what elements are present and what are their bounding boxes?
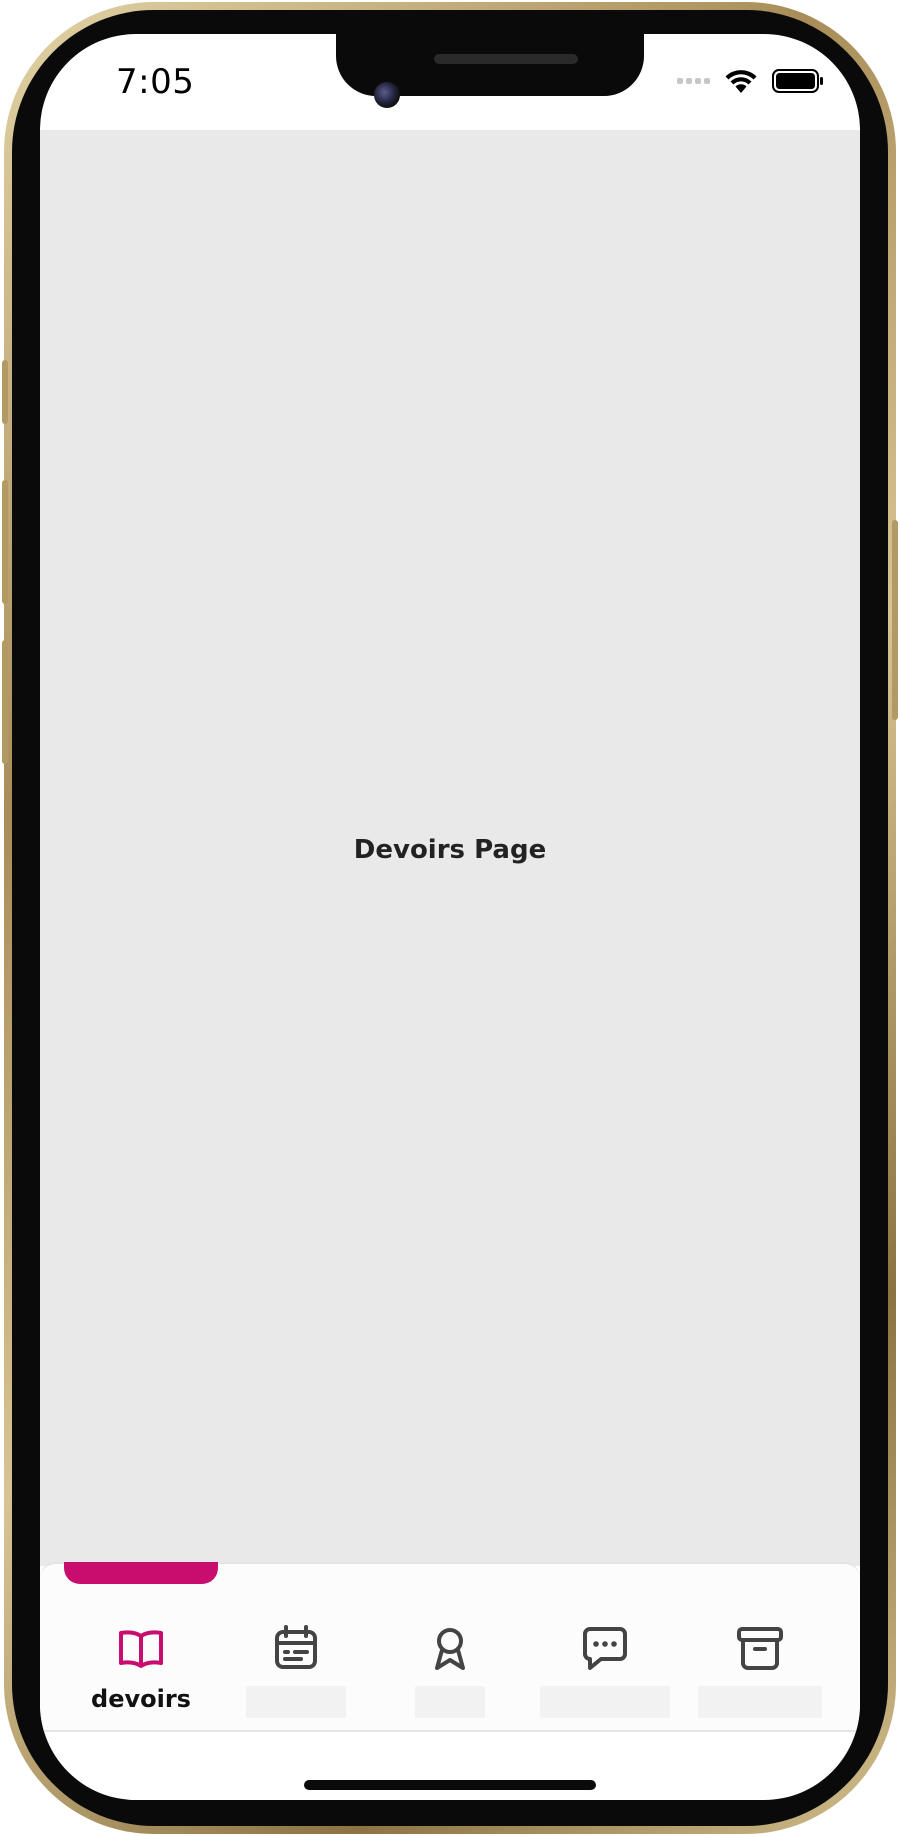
home-indicator[interactable] [304, 1780, 596, 1790]
tab-achievements[interactable] [368, 1564, 532, 1730]
status-time: 7:05 [116, 62, 195, 102]
page-title: Devoirs Page [353, 835, 547, 865]
archive-box-icon [737, 1627, 783, 1670]
calendar-icon [275, 1625, 317, 1669]
status-icons [677, 68, 824, 94]
front-camera [374, 82, 400, 108]
speaker [434, 54, 578, 64]
tab-devoirs-label: devoirs [91, 1685, 191, 1713]
battery-icon [772, 69, 823, 93]
tab-calendar[interactable] [214, 1564, 378, 1730]
main-content: Devoirs Page [40, 130, 860, 1566]
bottom-tab-bar: devoirs [40, 1562, 860, 1732]
award-ribbon-icon [435, 1628, 465, 1670]
phone-screen: 7:05 Devoirs Page devoirs [40, 34, 860, 1800]
wifi-icon [725, 70, 757, 93]
tab-archive-label-placeholder [698, 1686, 822, 1718]
side-button-volume-up [2, 480, 8, 604]
tab-devoirs[interactable]: devoirs [59, 1564, 223, 1730]
side-button-volume-down [2, 640, 8, 764]
tab-achievements-label-placeholder [415, 1686, 485, 1718]
open-book-icon [119, 1630, 163, 1668]
chat-bubble-icon [583, 1627, 627, 1670]
side-button-mute [2, 360, 8, 424]
tab-calendar-label-placeholder [246, 1686, 346, 1718]
tab-messages-label-placeholder [540, 1686, 670, 1718]
side-button-power [892, 520, 898, 720]
tab-archive[interactable] [678, 1564, 842, 1730]
tab-messages[interactable] [523, 1564, 687, 1730]
cellular-signal-icon [677, 78, 710, 84]
